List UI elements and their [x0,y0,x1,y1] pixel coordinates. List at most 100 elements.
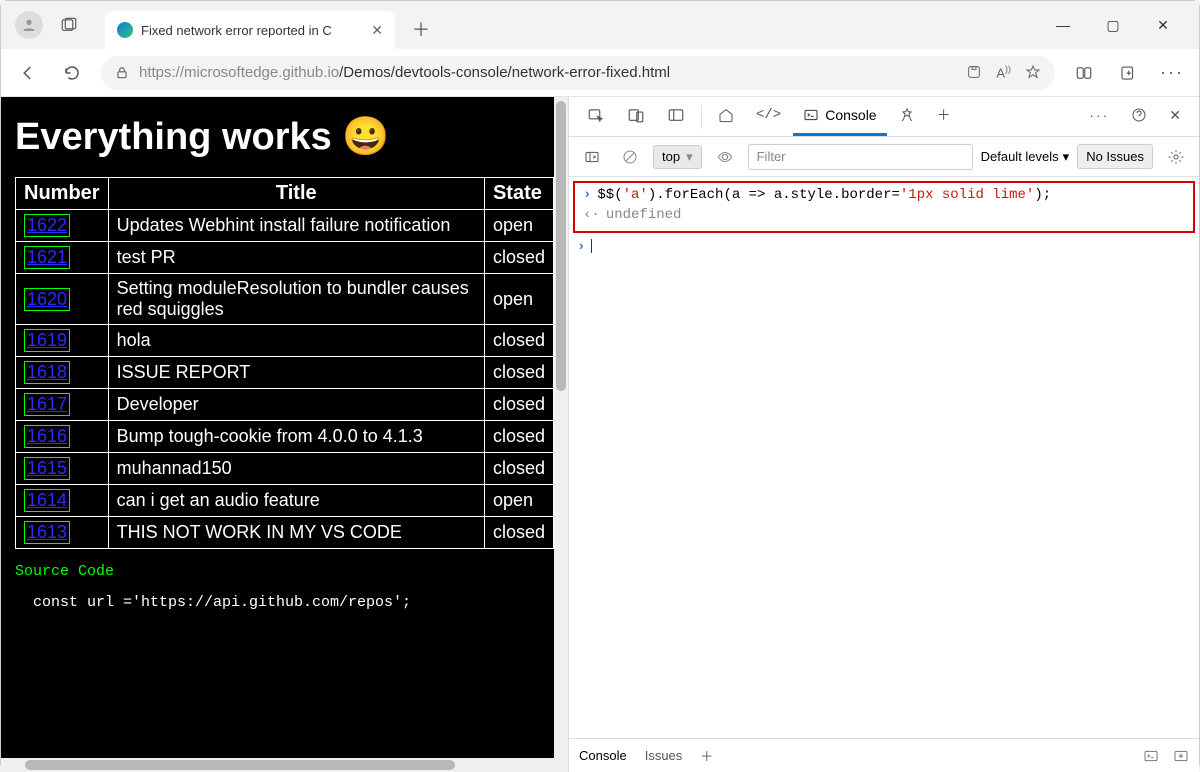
issue-link[interactable]: 1621 [24,246,70,269]
issue-link[interactable]: 1619 [24,329,70,352]
read-aloud-icon[interactable]: A)) [996,64,1011,80]
tab-title: Fixed network error reported in C [141,23,332,38]
table-header: Title [108,178,484,210]
issue-title: THIS NOT WORK IN MY VS CODE [108,517,484,549]
split-screen-icon[interactable] [1069,58,1099,88]
levels-label: Default levels [981,149,1059,164]
filter-placeholder: Filter [757,149,786,164]
issue-state: closed [484,517,553,549]
address-bar[interactable]: https://microsoftedge.github.io/Demos/de… [101,56,1055,90]
page-vertical-scrollbar[interactable] [554,97,568,772]
console-highlight-box: › $$('a').forEach(a => a.style.border='1… [573,181,1195,233]
page-heading: Everything works 😀 [15,115,554,159]
chevron-down-icon: ▾ [1063,149,1070,165]
device-toolbar-icon[interactable] [617,98,655,136]
console-input-line: › $$('a').forEach(a => a.style.border='1… [575,185,1193,205]
table-row: 1618ISSUE REPORTclosed [16,357,554,389]
refresh-button[interactable] [57,58,87,88]
code-snippet: const url ='https://api.github.com/repos… [33,594,554,611]
toggle-console-sidebar-icon[interactable] [577,142,607,172]
minimize-button[interactable]: ― [1053,17,1073,34]
clear-console-icon[interactable] [615,142,645,172]
devtools-help-icon[interactable] [1121,98,1157,136]
toggle-sidebar-icon[interactable] [657,98,695,136]
scrollbar-thumb[interactable] [556,101,566,391]
collections-icon[interactable] [1113,58,1143,88]
site-info-icon[interactable] [115,66,129,80]
window-controls: ― ▢ ✕ [1053,17,1193,34]
tab-close-button[interactable]: ✕ [371,22,383,39]
drawer-errors-icon[interactable] [1143,748,1159,764]
tab-sources[interactable] [889,98,925,136]
browser-tab[interactable]: Fixed network error reported in C ✕ [105,11,395,49]
table-row: 1615 muhannad150closed [16,453,554,485]
table-header: Number [16,178,109,210]
log-levels-selector[interactable]: Default levels ▾ [981,149,1070,165]
close-window-button[interactable]: ✕ [1153,17,1173,34]
drawer-dock-icon[interactable] [1173,748,1189,764]
issue-state: closed [484,453,553,485]
table-row: 1614can i get an audio featureopen [16,485,554,517]
app-available-icon[interactable] [966,64,982,80]
tab-elements[interactable]: </> [746,98,791,136]
issue-title: hola [108,325,484,357]
issue-link[interactable]: 1616 [24,425,70,448]
more-icon[interactable]: ··· [1157,58,1187,88]
issue-link[interactable]: 1614 [24,489,70,512]
issue-link[interactable]: 1615 [24,457,70,480]
console-prompt[interactable]: › [569,237,1199,257]
issue-state: closed [484,242,553,274]
context-selector[interactable]: top ▾ [653,145,702,169]
issue-link[interactable]: 1618 [24,361,70,384]
issue-link[interactable]: 1620 [24,288,70,311]
table-header: State [484,178,553,210]
issue-link[interactable]: 1613 [24,521,70,544]
input-caret-icon: › [583,187,591,203]
maximize-button[interactable]: ▢ [1103,17,1123,34]
profile-icon[interactable] [15,11,43,39]
page-horizontal-scrollbar[interactable] [1,758,568,772]
favorite-icon[interactable] [1025,64,1041,80]
back-button[interactable] [13,58,43,88]
issues-table: NumberTitleState 1622 Updates Webhint ins… [15,177,554,549]
drawer-more-button[interactable]: ＋ [700,746,713,765]
issue-link[interactable]: 1617 [24,393,70,416]
issue-title: can i get an audio feature [108,485,484,517]
devtools-panel: </> Console ＋ ··· ✕ [568,97,1199,772]
drawer-tab-issues[interactable]: Issues [645,748,683,763]
more-tabs-button[interactable]: ＋ [927,98,961,136]
tab-welcome[interactable] [708,98,744,136]
return-value: undefined [606,207,682,223]
issue-state: open [484,274,553,325]
browser-toolbar: https://microsoftedge.github.io/Demos/de… [1,49,1199,97]
issue-title: Updates Webhint install failure notifica… [108,210,484,242]
issue-title: muhannad150 [108,453,484,485]
rendered-page: Everything works 😀 NumberTitleState 1622… [1,97,568,772]
workspaces-icon[interactable] [51,7,87,43]
issue-state: closed [484,325,553,357]
scrollbar-thumb[interactable] [25,760,455,770]
console-filter-input[interactable]: Filter [748,144,973,170]
no-issues-badge[interactable]: No Issues [1077,144,1153,169]
table-row: 1616Bump tough-cookie from 4.0.0 to 4.1.… [16,421,554,453]
inspect-element-icon[interactable] [577,98,615,136]
edge-favicon-icon [117,22,133,38]
devtools-more-icon[interactable]: ··· [1079,98,1119,136]
tab-console[interactable]: Console [793,98,886,136]
console-toolbar: top ▾ Filter Default levels ▾ No Issues [569,137,1199,177]
window-titlebar: Fixed network error reported in C ✕ ＋ ― … [1,1,1199,49]
drawer-tab-console[interactable]: Console [579,748,627,763]
table-row: 1613 THIS NOT WORK IN MY VS CODEclosed [16,517,554,549]
console-settings-icon[interactable] [1161,142,1191,172]
issue-title: Setting moduleResolution to bundler caus… [108,274,484,325]
devtools-close-button[interactable]: ✕ [1159,98,1191,136]
console-body[interactable]: › $$('a').forEach(a => a.style.border='1… [569,177,1199,738]
issue-link[interactable]: 1622 [24,214,70,237]
chevron-down-icon: ▾ [686,149,693,165]
tab-console-label: Console [825,107,876,123]
url-text: https://microsoftedge.github.io/Demos/de… [139,64,670,81]
live-expression-icon[interactable] [710,142,740,172]
devtools-drawer: Console Issues ＋ [569,738,1199,772]
context-label: top [662,149,680,164]
new-tab-button[interactable]: ＋ [403,11,439,47]
